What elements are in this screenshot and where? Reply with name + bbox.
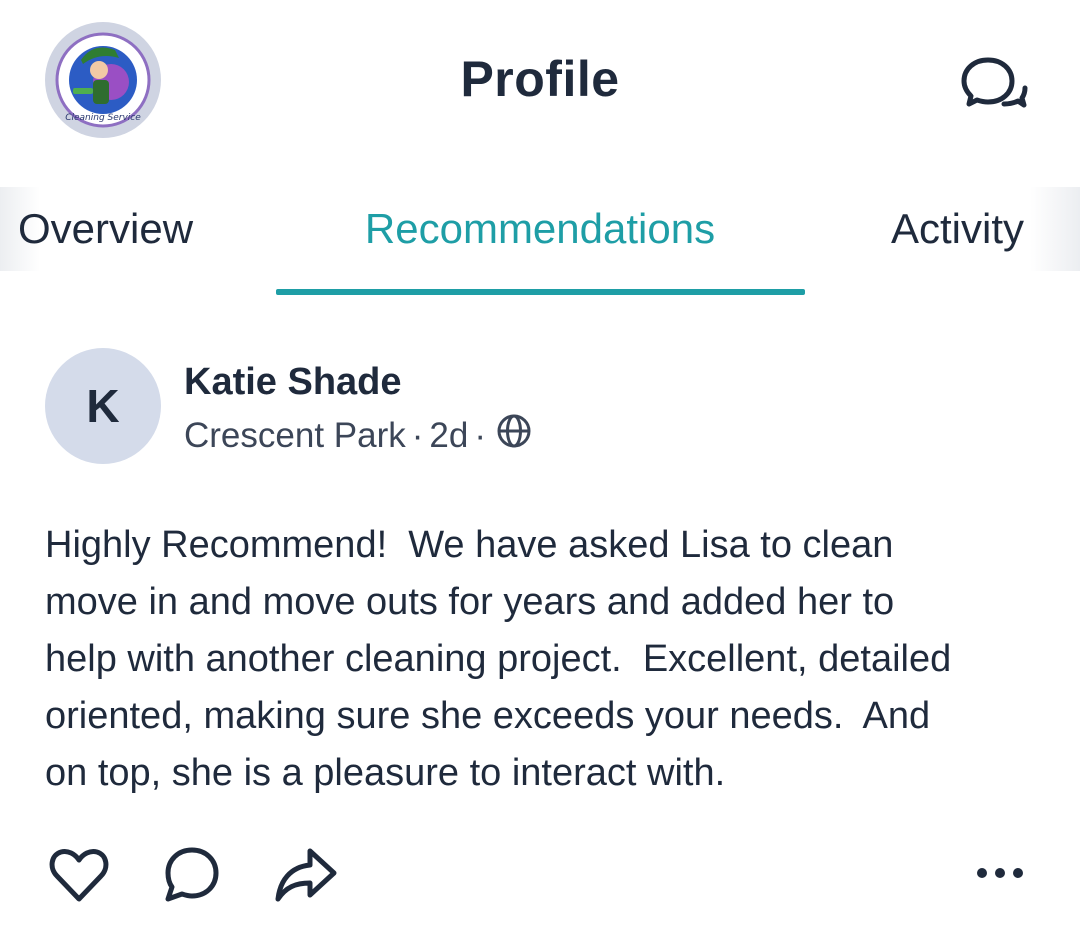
tab-activity[interactable]: Activity	[891, 205, 1024, 253]
profile-tabs: Overview Recommendations Activity	[0, 187, 1080, 271]
share-button[interactable]	[270, 843, 342, 912]
chat-bubbles-icon	[961, 57, 1028, 108]
like-button[interactable]	[47, 843, 111, 912]
author-location[interactable]: Crescent Park	[184, 416, 406, 456]
post-meta: Crescent Park · 2d ·	[184, 413, 532, 458]
meta-separator: ·	[474, 415, 486, 455]
svg-text:Cleaning Service: Cleaning Service	[65, 113, 141, 123]
post-body: Highly Recommend! We have asked Lisa to …	[45, 524, 952, 794]
more-options-button[interactable]	[972, 863, 1028, 888]
comment-icon	[165, 847, 219, 902]
comment-button[interactable]	[158, 843, 222, 912]
author-name[interactable]: Katie Shade	[184, 361, 402, 404]
app-header: Cleaning Service Profile	[0, 0, 1080, 165]
meta-separator: ·	[411, 415, 424, 455]
share-icon	[275, 848, 337, 902]
avatar[interactable]: K	[45, 348, 161, 464]
page-title: Profile	[460, 51, 620, 107]
avatar-initial: K	[86, 380, 120, 432]
chat-button[interactable]	[958, 52, 1030, 112]
heart-icon	[49, 849, 109, 902]
post-actions	[0, 835, 1080, 915]
post-age: 2d	[429, 415, 469, 455]
more-icon	[977, 868, 1023, 878]
active-tab-indicator	[276, 289, 805, 295]
globe-icon	[496, 413, 532, 458]
